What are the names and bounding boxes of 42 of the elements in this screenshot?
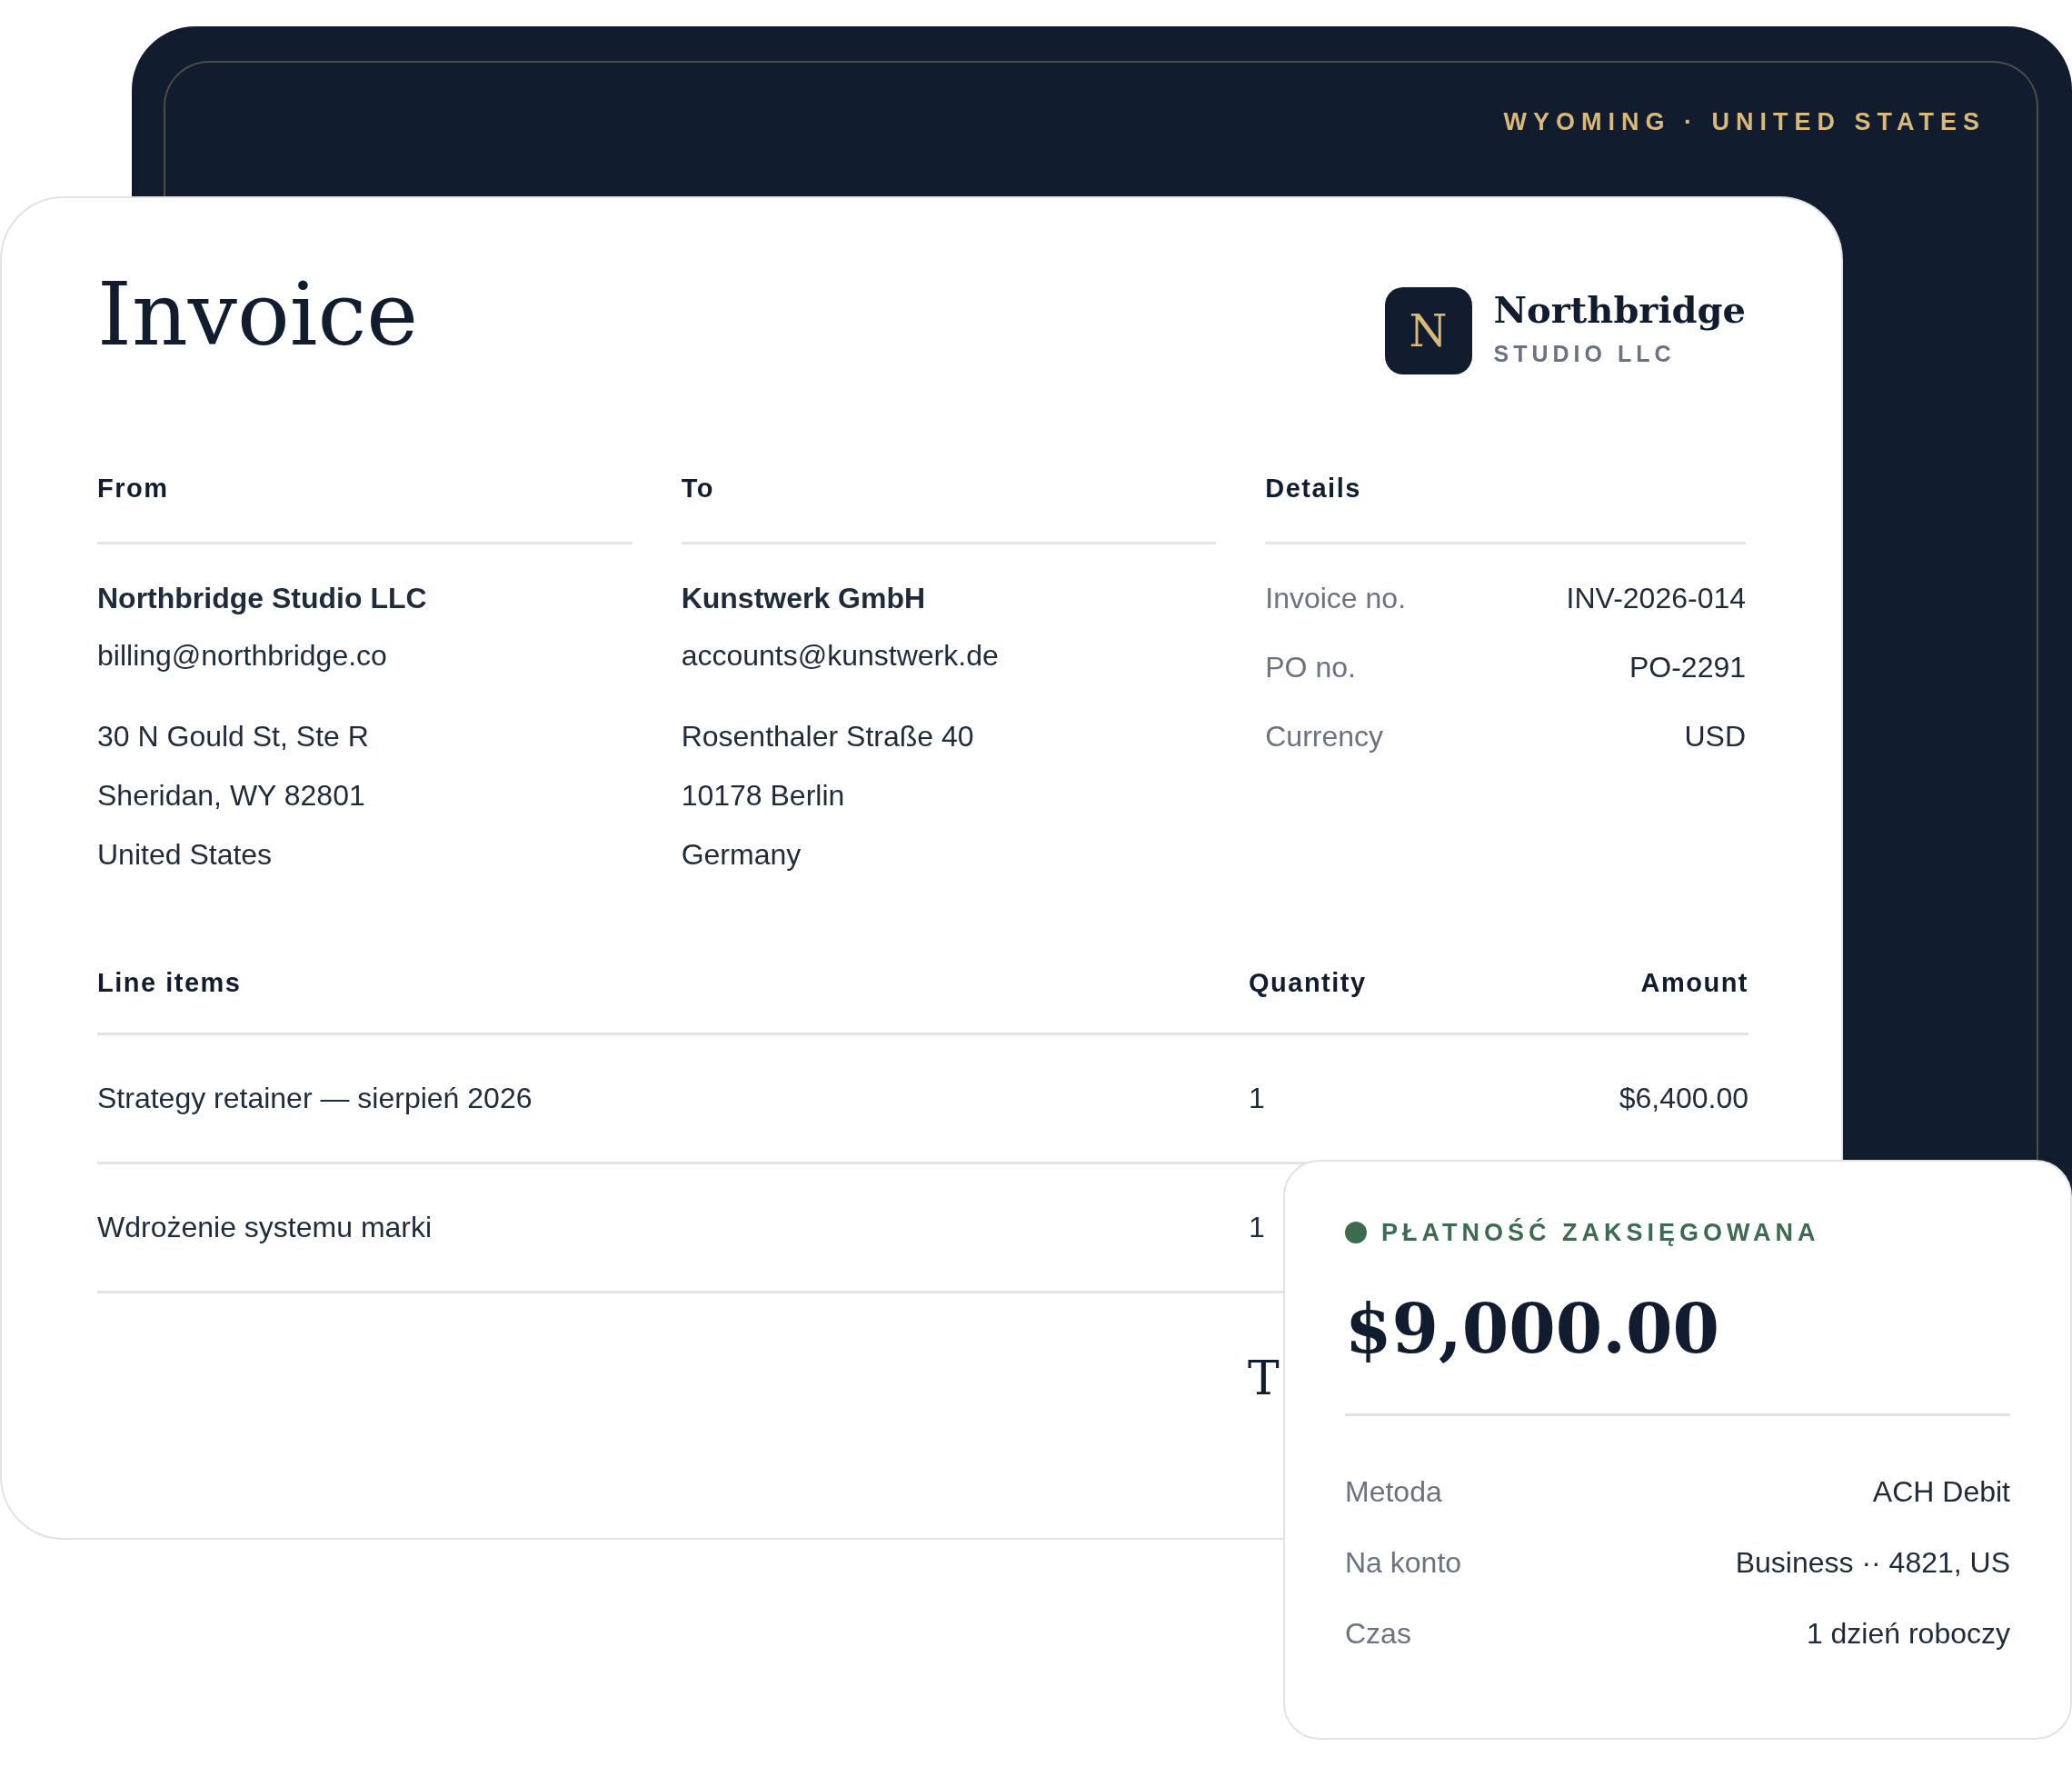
item-amount: $6,400.00 (1618, 1080, 1748, 1116)
status-dot (1345, 1222, 1367, 1244)
total-label: T (1248, 1349, 1280, 1407)
company-subtitle: STUDIO LLC (1493, 340, 1677, 369)
payment-label: Metoda (1345, 1473, 1442, 1510)
payment-value: ACH Debit (1872, 1473, 2010, 1510)
address-line: United States (97, 837, 274, 874)
company-name: Northbridge (1493, 290, 1746, 331)
payment-label: Czas (1345, 1615, 1411, 1652)
section-heading: Details (1265, 469, 1746, 544)
logo-icon: N (1384, 287, 1472, 374)
section-heading: To (681, 469, 1217, 544)
invoice-title: Invoice (97, 271, 419, 358)
item-quantity: 1 (1249, 1210, 1265, 1243)
address-line: 30 N Gould St, Ste R (97, 718, 370, 754)
column-header: Line items (97, 967, 243, 1000)
payment-status: PŁATNOŚĆ ZAKSIĘGOWANA (1381, 1217, 1820, 1248)
address-line: Sheridan, WY 82801 (97, 778, 366, 814)
email-text: billing@northbridge.co (97, 637, 388, 674)
party-name: Northbridge Studio LLC (97, 580, 428, 616)
address-line: 10178 Berlin (681, 778, 846, 814)
address-line: Germany (681, 837, 802, 874)
detail-value: PO-2291 (1629, 649, 1746, 685)
item-quantity: 1 (1249, 1081, 1265, 1114)
payment-value: Business ·· 4821, US (1735, 1544, 2010, 1581)
section-heading: From (97, 469, 633, 544)
item-description: Wdrożenie systemu marki (97, 1209, 433, 1245)
detail-label: Invoice no. (1265, 580, 1406, 616)
item-description: Strategy retainer — sierpień 2026 (97, 1080, 533, 1116)
detail-value: INV-2026-014 (1566, 580, 1746, 616)
payment-amount: $9,000.00 (1345, 1294, 2010, 1416)
email-text: accounts@kunstwerk.de (681, 637, 1000, 674)
address-line: Rosenthaler Straße 40 (681, 718, 975, 754)
payment-value: 1 dzień roboczy (1806, 1615, 2010, 1652)
region-label: WYOMING · UNITED STATES (1503, 107, 1986, 137)
detail-value: USD (1684, 718, 1746, 754)
detail-label: Currency (1265, 718, 1384, 754)
column-header: Quantity (1249, 967, 1368, 1000)
column-header: Amount (1639, 967, 1748, 1000)
detail-label: PO no. (1265, 649, 1356, 685)
payment-label: Na konto (1345, 1544, 1462, 1581)
party-name: Kunstwerk GmbH (681, 580, 927, 616)
